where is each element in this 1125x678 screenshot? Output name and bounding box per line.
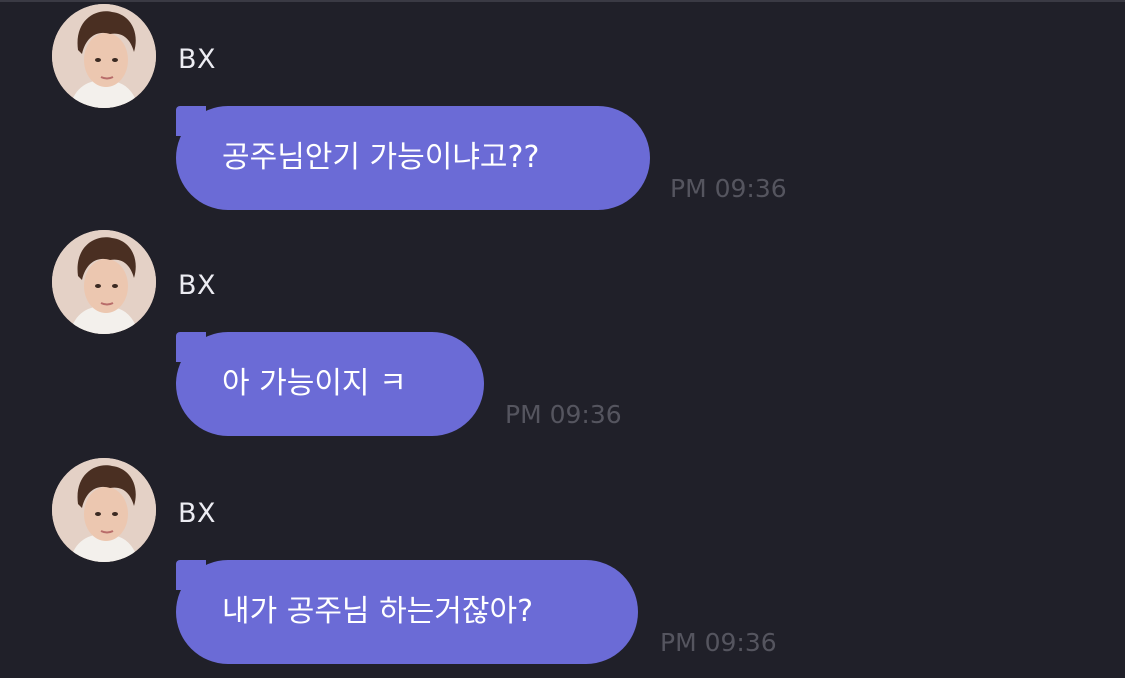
chat-message: BX 공주님안기 가능이냐고?? PM 09:36 xyxy=(0,4,1125,224)
message-bubble[interactable]: 내가 공주님 하는거잖아? xyxy=(176,560,638,664)
avatar[interactable] xyxy=(52,4,156,108)
message-timestamp: PM 09:36 xyxy=(505,400,622,429)
chat-message: BX 아 가능이지 ㅋ PM 09:36 xyxy=(0,230,1125,450)
chat-message-list[interactable]: BX 공주님안기 가능이냐고?? PM 09:36 BX 아 가능이지 ㅋ PM… xyxy=(0,0,1125,664)
chat-message: BX 내가 공주님 하는거잖아? PM 09:36 xyxy=(0,458,1125,678)
message-timestamp: PM 09:36 xyxy=(670,174,787,203)
avatar[interactable] xyxy=(52,458,156,562)
avatar[interactable] xyxy=(52,230,156,334)
message-bubble[interactable]: 아 가능이지 ㅋ xyxy=(176,332,484,436)
message-bubble[interactable]: 공주님안기 가능이냐고?? xyxy=(176,106,650,210)
sender-name: BX xyxy=(178,44,217,75)
message-timestamp: PM 09:36 xyxy=(660,628,777,657)
sender-name: BX xyxy=(178,498,217,529)
sender-name: BX xyxy=(178,270,217,301)
